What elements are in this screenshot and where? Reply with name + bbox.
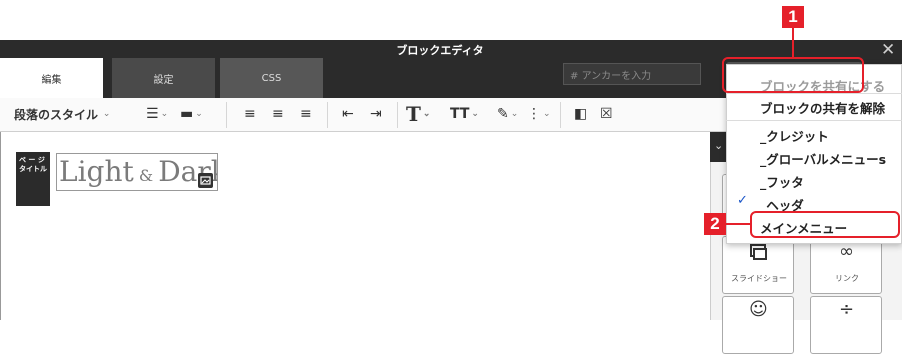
chevron-down-icon: ⌄ xyxy=(422,109,431,119)
badge-line-2: タイトル xyxy=(19,165,47,173)
text-style-icon: T xyxy=(406,102,421,126)
chevron-down-icon: ⌄ xyxy=(195,109,203,119)
indent-icon: ⇥ xyxy=(370,106,382,122)
page-heading[interactable]: Light & Dark xyxy=(56,153,218,191)
toolbar-divider xyxy=(560,102,561,128)
menu-item-unshare[interactable]: ブロックの共有を解除 xyxy=(760,98,885,117)
callout-line-2 xyxy=(726,223,750,225)
link-label: リンク xyxy=(835,274,859,283)
align-right-button[interactable]: ≡ xyxy=(300,104,312,124)
highlight-box-2 xyxy=(750,211,900,238)
tab-edit[interactable]: 編集 xyxy=(0,58,103,98)
chevron-down-icon[interactable]: ⌄ xyxy=(714,139,723,152)
chevron-down-icon: ⌄ xyxy=(510,109,519,119)
split-icon: ◧ xyxy=(574,106,588,122)
heading-ampersand: & xyxy=(133,166,159,185)
outdent-button[interactable]: ⇤ xyxy=(342,104,354,124)
chevron-down-icon: ⌄ xyxy=(543,109,551,119)
spacing-button[interactable]: ⋮ ⌄ xyxy=(527,104,551,124)
clear-format-button[interactable]: ☒ xyxy=(600,104,613,124)
callout-line-1 xyxy=(792,28,794,58)
font-size-icon: TT xyxy=(450,106,470,122)
text-style-button[interactable]: T ⌄ xyxy=(406,102,431,126)
menu-divider xyxy=(726,93,902,94)
image-icon[interactable] xyxy=(198,173,213,188)
menu-divider xyxy=(726,120,902,121)
eyedropper-icon: ✎ xyxy=(497,106,509,122)
link-tile[interactable]: ∞ リンク xyxy=(810,236,882,294)
highlight-box-1 xyxy=(722,57,864,93)
align-center-icon: ≡ xyxy=(272,106,284,122)
anchor-placeholder: アンカーを入力 xyxy=(581,71,652,82)
menu-item-footer[interactable]: _フッタ xyxy=(760,172,804,191)
spacing-icon: ⋮ xyxy=(527,106,541,122)
clear-format-icon: ☒ xyxy=(600,106,613,122)
heading-part-1: Light xyxy=(59,155,134,188)
menu-item-credit[interactable]: _クレジット xyxy=(760,126,829,145)
align-right-icon: ≡ xyxy=(300,106,312,122)
chevron-down-icon: ⌄ xyxy=(100,109,111,119)
divider-tile[interactable]: ÷ xyxy=(810,296,882,354)
paragraph-style-select[interactable]: 段落のスタイル ⌄ xyxy=(14,104,110,124)
tab-settings[interactable]: 設定 xyxy=(112,58,215,98)
bullet-list-button[interactable]: ☰ ⌄ xyxy=(146,104,168,124)
color-picker-button[interactable]: ✎ ⌄ xyxy=(497,104,518,124)
indent-button[interactable]: ⇥ xyxy=(370,104,382,124)
anchor-input[interactable]: # アンカーを入力 xyxy=(563,63,701,85)
align-left-icon: ≡ xyxy=(244,106,256,122)
toolbar-divider xyxy=(397,102,398,128)
outdent-icon: ⇤ xyxy=(342,106,354,122)
align-left-button[interactable]: ≡ xyxy=(244,104,256,124)
toolbar-divider xyxy=(226,102,227,128)
editor-left-border xyxy=(0,132,1,320)
chevron-down-icon: ⌄ xyxy=(160,109,169,119)
paragraph-style-label: 段落のスタイル xyxy=(14,107,99,122)
step-marker-2: 2 xyxy=(704,213,726,235)
page-title-badge: ペ ー ジ タイトル xyxy=(16,152,50,206)
slideshow-tile[interactable]: スライドショー xyxy=(722,236,794,294)
link-icon: ∞ xyxy=(839,241,854,262)
align-center-button[interactable]: ≡ xyxy=(272,104,284,124)
line-style-button[interactable]: ▬ ⌄ xyxy=(180,104,203,124)
horizontal-lines-icon: ▬ xyxy=(180,106,194,122)
close-icon[interactable]: ✕ xyxy=(881,42,895,59)
slideshow-label: スライドショー xyxy=(731,274,787,283)
menu-item-global-menu[interactable]: _グローバルメニューs xyxy=(760,149,886,168)
split-block-button[interactable]: ◧ xyxy=(574,104,587,124)
hash-icon: # xyxy=(570,71,582,82)
checkmark-icon: ✓ xyxy=(737,193,748,208)
divider-icon: ÷ xyxy=(839,299,855,320)
tab-css[interactable]: CSS xyxy=(220,58,323,98)
badge-line-1: ペ ー ジ xyxy=(19,156,45,164)
step-marker-1: 1 xyxy=(782,6,804,28)
smile-icon: ☺ xyxy=(749,299,768,320)
font-size-button[interactable]: TT ⌄ xyxy=(450,104,479,124)
bullet-list-icon: ☰ xyxy=(146,106,159,122)
chevron-down-icon: ⌄ xyxy=(471,109,479,119)
toolbar-divider xyxy=(327,102,328,128)
window-title: ブロックエディタ xyxy=(396,44,484,57)
slideshow-icon xyxy=(750,244,767,260)
emoji-tile[interactable]: ☺ xyxy=(722,296,794,354)
